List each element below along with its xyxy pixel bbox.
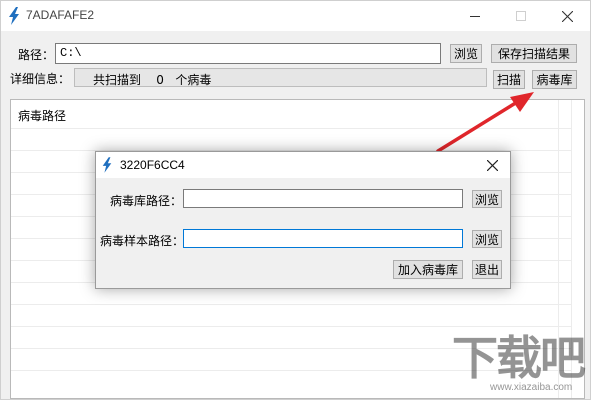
lightning-bolt-icon <box>9 7 19 25</box>
exit-button[interactable]: 退出 <box>472 260 502 279</box>
add-virus-dialog: 3220F6CC4 病毒库路径： 浏览 病毒样本路径： 浏览 加入病毒库 退出 <box>95 151 511 289</box>
list-row-divider <box>11 370 571 371</box>
dialog-title: 3220F6CC4 <box>120 158 185 172</box>
dialog-close-button[interactable] <box>484 157 500 173</box>
maximize-icon <box>516 11 526 21</box>
virus-lib-path-input[interactable] <box>183 189 463 208</box>
detail-suffix: 个病毒 <box>175 73 212 87</box>
detail-info-text: 共扫描到 0 个病毒 <box>93 71 211 88</box>
title-bar: 7ADAFAFE2 <box>1 1 590 31</box>
list-row-divider <box>11 304 571 305</box>
lightning-bolt-icon <box>102 157 112 173</box>
add-to-virus-lib-button[interactable]: 加入病毒库 <box>393 260 463 279</box>
detail-prefix: 共扫描到 <box>93 73 142 87</box>
list-column-divider <box>571 100 572 398</box>
list-column-divider <box>558 100 559 398</box>
maximize-button[interactable] <box>498 1 544 31</box>
list-row-divider <box>11 326 571 327</box>
list-header-virus-path: 病毒路径 <box>18 109 67 123</box>
path-input[interactable]: C:\ <box>55 43 441 64</box>
detail-label: 详细信息： <box>10 72 71 86</box>
browse-button[interactable]: 浏览 <box>450 44 482 63</box>
close-icon <box>561 10 573 22</box>
scan-button[interactable]: 扫描 <box>493 70 525 89</box>
virus-count: 0 <box>156 73 164 87</box>
path-label: 路径： <box>18 48 55 62</box>
detail-info-box: 共扫描到 0 个病毒 <box>74 68 487 87</box>
close-icon <box>486 159 498 171</box>
list-row-divider <box>11 348 571 349</box>
list-row-divider <box>11 128 571 129</box>
virus-library-button[interactable]: 病毒库 <box>532 70 577 89</box>
window-title: 7ADAFAFE2 <box>26 8 95 22</box>
dialog-title-bar: 3220F6CC4 <box>96 152 510 178</box>
browse-sample-path-button[interactable]: 浏览 <box>472 230 502 248</box>
save-scan-results-button[interactable]: 保存扫描结果 <box>491 44 577 63</box>
browse-lib-path-button[interactable]: 浏览 <box>472 190 502 208</box>
minimize-button[interactable] <box>452 1 498 31</box>
minimize-icon <box>470 15 480 17</box>
virus-sample-path-input[interactable] <box>183 229 463 248</box>
close-button[interactable] <box>544 1 590 31</box>
virus-lib-path-label: 病毒库路径： <box>110 194 183 208</box>
virus-sample-path-label: 病毒样本路径： <box>100 234 185 248</box>
